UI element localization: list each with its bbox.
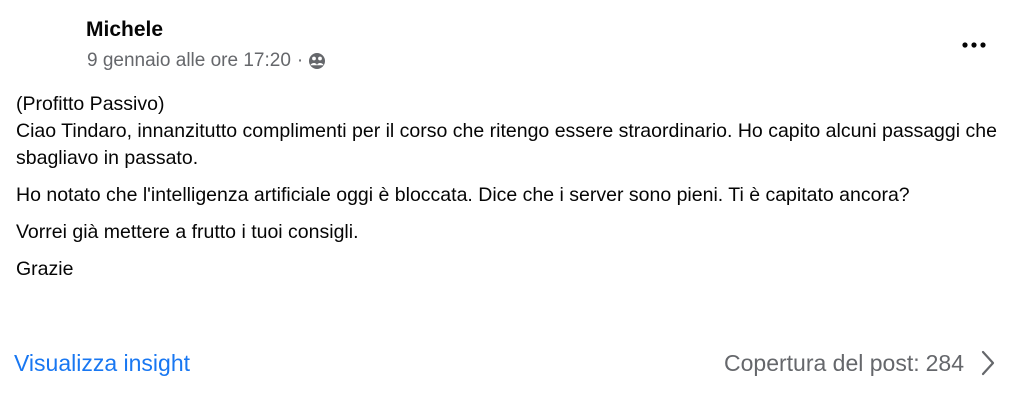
post-paragraph: Grazie: [16, 258, 74, 280]
author-name[interactable]: Michele: [86, 16, 163, 44]
post-line-title: (Profitto Passivo): [16, 93, 165, 115]
post-body: (Profitto Passivo) Ciao Tindaro, innanzi…: [16, 91, 1006, 293]
chevron-right-icon: [980, 349, 996, 377]
post-paragraph: Vorrei già mettere a frutto i tuoi consi…: [16, 221, 359, 243]
post-reach-button[interactable]: Copertura del post: 284: [724, 346, 996, 380]
friends-audience-icon[interactable]: [308, 52, 326, 70]
post-card: Michele 9 gennaio alle ore 17:20 · (Prof…: [0, 0, 1024, 414]
post-line-greeting: Ciao Tindaro, innanzitutto complimenti p…: [16, 120, 997, 169]
post-meta: 9 gennaio alle ore 17:20 ·: [87, 48, 326, 74]
more-options-button[interactable]: [952, 30, 996, 60]
meta-separator: ·: [296, 50, 304, 71]
post-reach-label: Copertura del post:: [724, 349, 920, 376]
more-options-icon: [959, 36, 989, 54]
post-reach-count: 284: [925, 349, 964, 376]
view-insights-link[interactable]: Visualizza insight: [14, 348, 190, 378]
post-paragraph: Ho notato che l'intelligenza artificiale…: [16, 184, 910, 206]
post-timestamp[interactable]: 9 gennaio alle ore 17:20: [87, 50, 291, 72]
post-paragraph: (Profitto Passivo) Ciao Tindaro, innanzi…: [16, 91, 1006, 172]
